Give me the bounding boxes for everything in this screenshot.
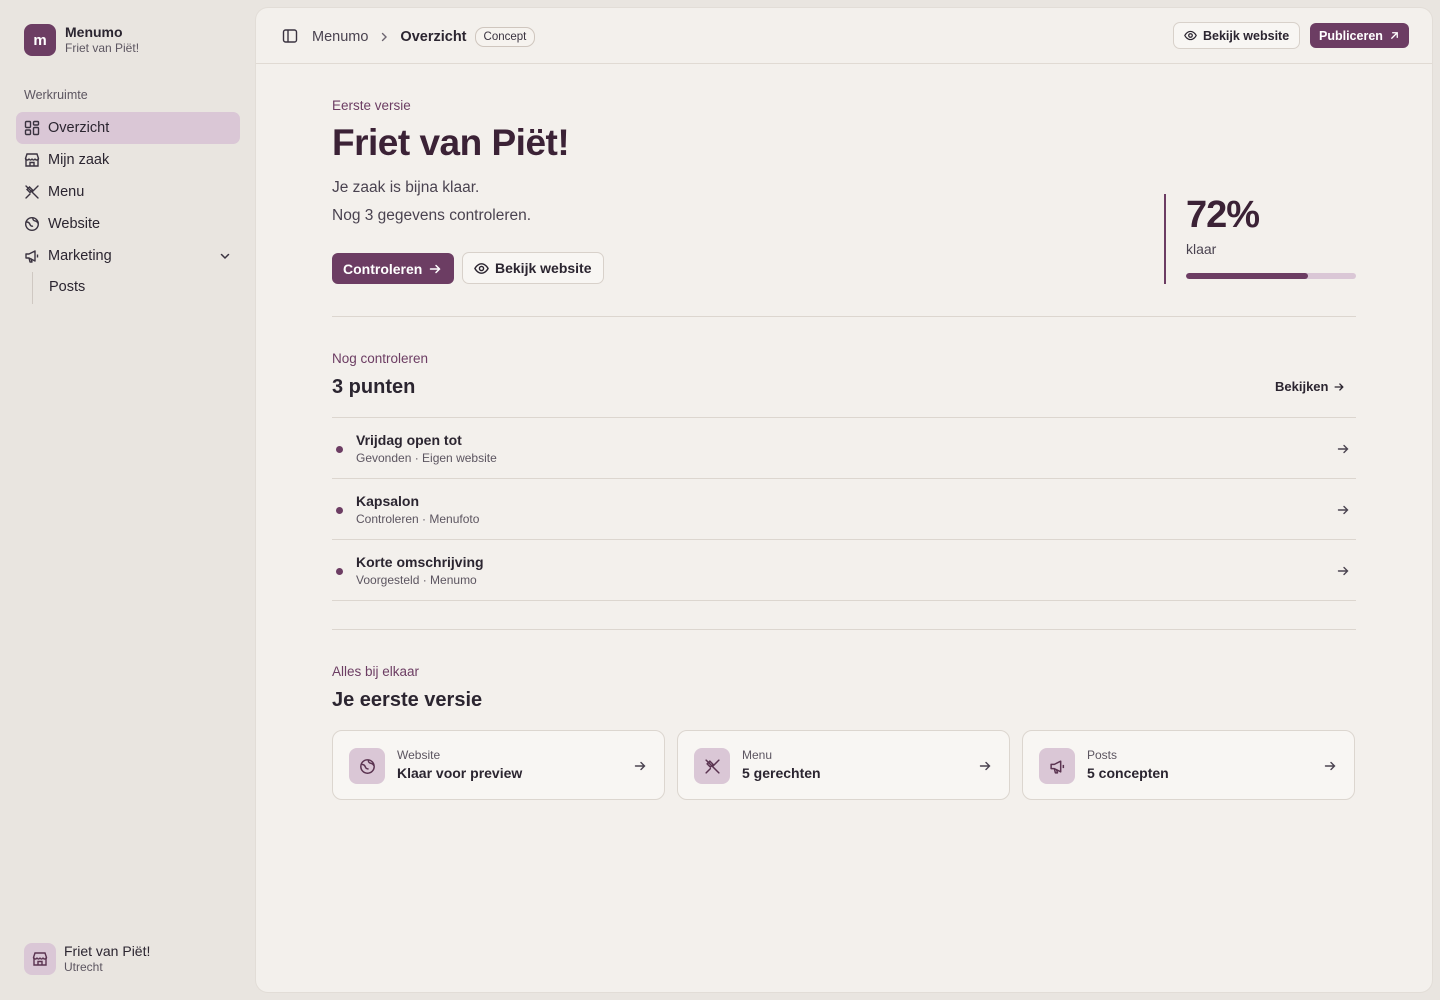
- account-name: Friet van Piët!: [64, 943, 151, 959]
- business-name: Friet van Piët!: [65, 41, 140, 55]
- page-title: Friet van Piët!: [332, 122, 570, 163]
- card-value: 5 gerechten: [742, 765, 821, 781]
- hero-view-website-button[interactable]: Bekijk website: [462, 252, 604, 284]
- progress-percentage: 72%: [1186, 194, 1260, 236]
- progress-summary: 72% klaar: [1164, 194, 1356, 284]
- eye-icon: [1184, 29, 1197, 42]
- dashboard-icon: [24, 120, 40, 136]
- progress-bar: [1186, 273, 1356, 279]
- sidebar-section-label: Werkruimte: [24, 88, 88, 102]
- brand-logo: m: [24, 24, 56, 56]
- card-value: 5 concepten: [1087, 765, 1169, 781]
- sidebar: m Menumo Friet van Piët! Werkruimte Over…: [0, 0, 256, 1000]
- workspace-switcher[interactable]: m Menumo Friet van Piët!: [24, 24, 139, 56]
- arrow-right-icon: [1323, 759, 1337, 773]
- view-website-button[interactable]: Bekijk website: [1173, 22, 1301, 49]
- summary-card-website[interactable]: Website Klaar voor preview: [332, 730, 665, 800]
- review-item-title: Vrijdag open tot: [356, 432, 462, 448]
- sidebar-item-label: Overzicht: [48, 120, 110, 136]
- status-dot: [336, 446, 343, 453]
- summary-cards: Website Klaar voor preview Menu 5 gerech…: [332, 730, 1356, 800]
- review-list: Vrijdag open tot Gevonden · Eigen websit…: [332, 417, 1356, 601]
- see-all-link[interactable]: Bekijken: [1275, 379, 1345, 394]
- hero-eyebrow: Eerste versie: [332, 98, 411, 113]
- card-value: Klaar voor preview: [397, 765, 523, 781]
- review-item-friday-hours[interactable]: Vrijdag open tot Gevonden · Eigen websit…: [332, 418, 1356, 479]
- arrow-right-icon: [1336, 503, 1350, 517]
- sidebar-nav: Overzicht Mijn zaak Menu Website Marketi…: [16, 112, 240, 304]
- review-item-kapsalon[interactable]: Kapsalon Controleren · Menufoto: [332, 479, 1356, 540]
- publish-button[interactable]: Publiceren: [1310, 23, 1409, 48]
- arrow-right-icon: [1336, 564, 1350, 578]
- sidebar-item-mijn-zaak[interactable]: Mijn zaak: [16, 144, 240, 176]
- store-icon: [24, 152, 40, 168]
- sidebar-item-label: Marketing: [48, 248, 112, 264]
- status-dot: [336, 507, 343, 514]
- review-item-meta: Gevonden · Eigen website: [356, 451, 497, 465]
- megaphone-icon: [1039, 748, 1075, 784]
- summary-eyebrow: Alles bij elkaar: [332, 664, 420, 679]
- summary-card-menu[interactable]: Menu 5 gerechten: [677, 730, 1010, 800]
- section-divider: [332, 629, 1356, 630]
- sidebar-item-menu[interactable]: Menu: [16, 176, 240, 208]
- topbar: Menumo Overzicht Concept Bekijk website …: [256, 8, 1432, 64]
- hero-view-website-label: Bekijk website: [495, 260, 592, 276]
- sidebar-item-website[interactable]: Website: [16, 208, 240, 240]
- review-button[interactable]: Controleren: [332, 253, 455, 284]
- summary-card-posts[interactable]: Posts 5 concepten: [1022, 730, 1355, 800]
- arrow-up-right-icon: [1389, 30, 1400, 41]
- chevron-right-icon: [378, 31, 390, 43]
- sidebar-toggle-icon[interactable]: [282, 28, 298, 44]
- arrow-right-icon: [1336, 442, 1350, 456]
- section-divider: [332, 316, 1356, 317]
- sidebar-item-marketing[interactable]: Marketing: [16, 240, 240, 272]
- sidebar-item-label: Website: [48, 216, 101, 232]
- sidebar-item-label: Menu: [48, 184, 85, 200]
- status-dot: [336, 568, 343, 575]
- arrow-right-icon: [978, 759, 992, 773]
- store-icon: [24, 943, 56, 975]
- sidebar-subitem-posts[interactable]: Posts: [32, 272, 240, 304]
- publish-label: Publiceren: [1319, 28, 1383, 43]
- breadcrumb-current: Overzicht: [400, 29, 467, 45]
- status-badge: Concept: [474, 27, 536, 47]
- hero-todo-line: Nog 3 gegevens controleren.: [332, 207, 532, 224]
- review-item-title: Korte omschrijving: [356, 554, 484, 570]
- progress-label: klaar: [1186, 241, 1217, 257]
- utensils-icon: [694, 748, 730, 784]
- review-item-meta: Controleren · Menufoto: [356, 512, 480, 526]
- arrow-right-icon: [1333, 381, 1345, 393]
- utensils-icon: [24, 184, 40, 200]
- sidebar-subitem-label: Posts: [49, 279, 86, 295]
- review-eyebrow: Nog controleren: [332, 351, 429, 366]
- arrow-right-icon: [633, 759, 647, 773]
- card-kicker: Posts: [1087, 748, 1118, 762]
- account-switcher[interactable]: Friet van Piët! Utrecht: [24, 943, 150, 975]
- review-item-description[interactable]: Korte omschrijving Voorgesteld · Menumo: [332, 540, 1356, 601]
- see-all-label: Bekijken: [1275, 379, 1329, 394]
- breadcrumb: Menumo Overzicht Concept: [312, 27, 536, 47]
- summary-title: Je eerste versie: [332, 689, 483, 711]
- globe-icon: [349, 748, 385, 784]
- card-kicker: Website: [397, 748, 441, 762]
- eye-icon: [474, 261, 489, 276]
- review-item-meta: Voorgesteld · Menumo: [356, 573, 477, 587]
- progress-bar-fill: [1186, 273, 1309, 279]
- view-website-label: Bekijk website: [1203, 28, 1290, 43]
- arrow-right-icon: [428, 262, 442, 276]
- megaphone-icon: [24, 248, 40, 264]
- globe-icon: [24, 216, 40, 232]
- review-item-title: Kapsalon: [356, 493, 420, 509]
- sidebar-item-overzicht[interactable]: Overzicht: [16, 112, 240, 144]
- breadcrumb-root[interactable]: Menumo: [312, 29, 368, 45]
- chevron-down-icon[interactable]: [218, 249, 232, 263]
- review-title: 3 punten: [332, 376, 416, 398]
- review-button-label: Controleren: [343, 260, 423, 277]
- main-panel: Menumo Overzicht Concept Bekijk website …: [256, 8, 1432, 992]
- card-kicker: Menu: [742, 748, 773, 762]
- account-city: Utrecht: [64, 960, 103, 974]
- sidebar-item-label: Mijn zaak: [48, 152, 110, 168]
- app-name: Menumo: [65, 24, 123, 40]
- hero-status-line: Je zaak is bijna klaar.: [332, 179, 480, 196]
